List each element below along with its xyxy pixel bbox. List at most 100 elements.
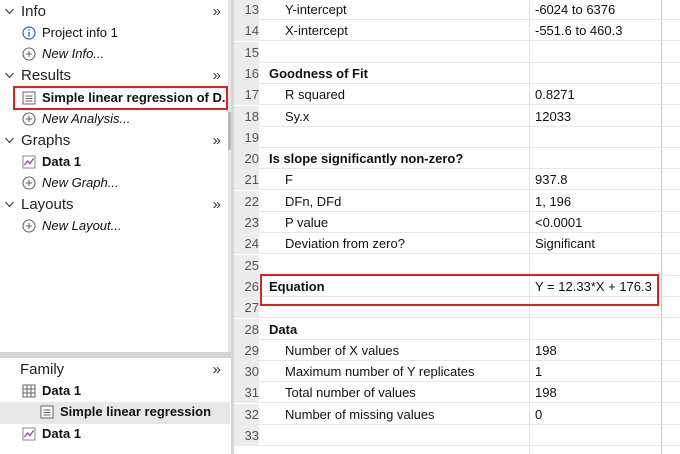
graph-icon [22,155,36,169]
expand-results-button[interactable]: » [213,67,221,84]
family-item-label: Data 1 [42,383,82,398]
cell-value[interactable]: 0.8271 [535,84,575,105]
cell-value[interactable]: 12033 [535,106,571,127]
selection-highlight-box [13,86,228,110]
row-number: 19 [234,126,259,148]
table-row[interactable]: 16 Goodness of Fit [234,62,680,84]
section-info-title: Info [21,3,47,20]
table-row[interactable]: 14 X-intercept -551.6 to 460.3 [234,20,680,42]
table-row[interactable]: 28 Data [234,318,680,340]
plus-circle-icon [22,112,36,126]
data-table-icon [22,384,36,398]
cell-value[interactable]: 937.8 [535,169,568,190]
family-item-data-graph[interactable]: Data 1 [0,424,230,445]
row-number: 20 [234,148,259,170]
results-sheet: 13 Y-intercept -6024 to 6376 14 X-intercept -… [234,0,680,454]
cell-value[interactable]: 1 [535,361,542,382]
chevron-down-icon[interactable] [5,200,14,209]
chevron-down-icon[interactable] [5,7,14,16]
new-info-link[interactable]: New Info... [0,44,230,65]
row-number: 21 [234,169,259,191]
cell-value[interactable]: 198 [535,382,557,403]
section-results-header[interactable]: Results » [0,66,230,86]
chevron-down-icon[interactable] [5,71,14,80]
table-row[interactable]: 30 Maximum number of Y replicates 1 [234,361,680,383]
table-row[interactable]: 21 F 937.8 [234,169,680,191]
table-row[interactable]: 20 Is slope significantly non-zero? [234,148,680,170]
table-row[interactable]: 23 P value <0.0001 [234,212,680,233]
row-number: 22 [234,190,259,212]
cell-label[interactable]: Number of X values [285,340,399,361]
cell-value[interactable]: 1, 196 [535,191,571,212]
cell-label[interactable]: DFn, DFd [285,191,341,212]
chevron-down-icon[interactable] [5,136,14,145]
row-number: 18 [234,105,259,127]
table-row[interactable]: 32 Number of missing values 0 [234,403,680,425]
family-item-data-table[interactable]: Data 1 [0,381,230,402]
graphs-item-data-1[interactable]: Data 1 [0,152,230,173]
info-item-label: Project info 1 [42,25,118,40]
new-analysis-link[interactable]: New Analysis... [0,109,230,130]
results-sheet-icon [40,405,54,419]
table-row[interactable]: 24 Deviation from zero? Significant [234,233,680,255]
graph-icon [22,427,36,441]
table-row[interactable]: 31 Total number of values 198 [234,382,680,404]
cell-label[interactable]: Goodness of Fit [269,63,368,84]
cell-label[interactable]: Number of missing values [285,404,435,425]
cell-label[interactable]: R squared [285,84,345,105]
table-row[interactable]: 19 [234,126,680,148]
new-info-label: New Info... [42,46,105,61]
section-info-header[interactable]: Info » [0,2,230,22]
table-row[interactable]: 15 [234,41,680,63]
expand-graphs-button[interactable]: » [213,132,221,149]
table-row[interactable]: 25 [234,254,680,276]
cell-value[interactable]: 198 [535,340,557,361]
cell-value[interactable]: Significant [535,233,595,254]
cell-label[interactable]: Total number of values [285,382,416,403]
table-row[interactable]: 13 Y-intercept -6024 to 6376 [234,0,680,20]
row-number: 23 [234,212,259,233]
row-number: 15 [234,41,259,63]
cell-label[interactable]: X-intercept [285,20,348,41]
cell-label[interactable]: P value [285,212,328,233]
cell-label[interactable]: Is slope significantly non-zero? [269,148,463,169]
section-layouts-title: Layouts [21,196,74,213]
plus-circle-icon [22,47,36,61]
table-row[interactable]: 22 DFn, DFd 1, 196 [234,190,680,212]
cell-value[interactable]: -551.6 to 460.3 [535,20,622,41]
table-row[interactable]: 17 R squared 0.8271 [234,84,680,106]
expand-info-button[interactable]: » [213,3,221,20]
info-item-project-info[interactable]: Project info 1 [0,23,230,44]
cell-label[interactable]: F [285,169,293,190]
row-number: 14 [234,20,259,42]
row-number: 25 [234,254,259,276]
family-item-label: Data 1 [42,426,82,441]
cell-label[interactable]: Maximum number of Y replicates [285,361,475,382]
new-layout-link[interactable]: New Layout... [0,216,230,237]
expand-family-button[interactable]: » [213,361,221,378]
table-row[interactable]: 18 Sy.x 12033 [234,105,680,127]
row-number: 33 [234,425,259,446]
cell-value[interactable]: -6024 to 6376 [535,0,615,20]
cell-value[interactable]: 0 [535,404,542,425]
cell-label[interactable]: Sy.x [285,106,309,127]
cell-label[interactable]: Data [269,319,297,340]
section-graphs-title: Graphs [21,132,71,149]
row-number: 28 [234,318,259,340]
row-number: 16 [234,62,259,84]
expand-layouts-button[interactable]: » [213,196,221,213]
row-number: 13 [234,0,259,20]
family-item-linear-regression[interactable]: Simple linear regression [0,402,230,423]
new-graph-link[interactable]: New Graph... [0,173,230,194]
section-layouts-header[interactable]: Layouts » [0,195,230,215]
table-row[interactable]: 29 Number of X values 198 [234,339,680,361]
new-analysis-label: New Analysis... [42,111,131,126]
family-item-label: Simple linear regression [60,404,212,419]
cell-label[interactable]: Deviation from zero? [285,233,405,254]
section-graphs-header[interactable]: Graphs » [0,131,230,151]
cell-value[interactable]: <0.0001 [535,212,582,233]
section-results-title: Results [21,67,72,84]
table-row[interactable]: 33 [234,425,680,446]
row-number: 30 [234,361,259,383]
cell-label[interactable]: Y-intercept [285,0,347,20]
